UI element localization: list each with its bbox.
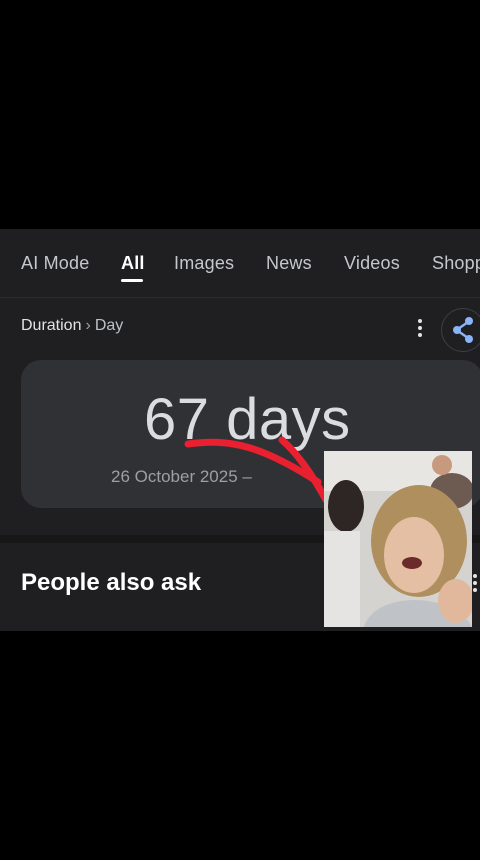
people-also-ask-heading: People also ask	[21, 569, 202, 596]
screen: AI Mode All Images News Videos Shopp Dur…	[0, 0, 480, 860]
tab-images[interactable]: Images	[174, 253, 234, 274]
search-tabs: AI Mode All Images News Videos Shopp	[0, 229, 480, 297]
tabs-divider	[0, 297, 480, 298]
video-overlay-thumbnail[interactable]	[324, 451, 472, 627]
tab-videos[interactable]: Videos	[344, 253, 400, 274]
active-tab-indicator	[121, 279, 143, 282]
duration-value: 67 days	[144, 387, 351, 452]
tab-all[interactable]: All	[121, 253, 145, 274]
breadcrumb-duration[interactable]: Duration	[21, 317, 81, 334]
breadcrumb: Duration › Day	[21, 317, 123, 335]
tab-ai-mode[interactable]: AI Mode	[21, 253, 89, 274]
date-range: 26 October 2025 –	[111, 467, 252, 486]
breadcrumb-day[interactable]: Day	[95, 317, 123, 334]
more-vert-icon[interactable]	[410, 318, 430, 338]
breadcrumb-separator: ›	[85, 317, 91, 334]
share-button[interactable]	[441, 308, 480, 352]
share-icon	[453, 317, 473, 343]
person-thumbnail-image	[324, 451, 472, 627]
tab-shopping[interactable]: Shopp	[432, 253, 480, 274]
tab-news[interactable]: News	[266, 253, 312, 274]
